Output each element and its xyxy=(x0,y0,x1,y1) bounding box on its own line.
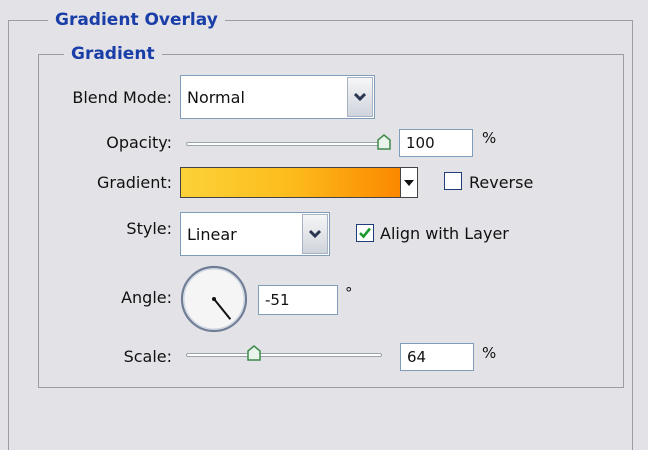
opacity-slider-track[interactable] xyxy=(186,142,390,146)
checkmark-icon xyxy=(359,227,372,239)
reverse-checkbox[interactable] xyxy=(444,172,462,190)
align-with-layer-label: Align with Layer xyxy=(380,224,509,243)
panel-title: Gradient Overlay xyxy=(48,10,225,30)
angle-input[interactable]: -51 xyxy=(258,285,338,315)
align-with-layer-checkbox[interactable] xyxy=(356,224,374,242)
scale-input[interactable]: 64 xyxy=(400,343,474,371)
chevron-down-icon xyxy=(353,92,367,102)
gradient-label: Gradient: xyxy=(96,173,172,192)
scale-slider-track[interactable] xyxy=(186,353,382,357)
scale-label: Scale: xyxy=(123,347,172,366)
opacity-slider-thumb-icon[interactable] xyxy=(377,134,391,150)
group-title: Gradient xyxy=(64,44,162,64)
style-value: Linear xyxy=(187,225,237,244)
scale-slider-thumb-icon[interactable] xyxy=(247,345,261,361)
angle-label: Angle: xyxy=(121,288,172,307)
opacity-unit: % xyxy=(482,129,497,147)
blend-mode-dropdown-button[interactable] xyxy=(347,77,373,117)
blend-mode-value: Normal xyxy=(187,88,245,107)
style-dropdown-button[interactable] xyxy=(302,214,328,254)
scale-unit: % xyxy=(482,344,497,362)
triangle-down-icon xyxy=(404,179,414,186)
blend-mode-label: Blend Mode: xyxy=(72,88,172,107)
opacity-input[interactable]: 100 xyxy=(399,129,473,157)
angle-dial[interactable] xyxy=(178,263,250,335)
gradient-dropdown-button[interactable] xyxy=(401,167,418,198)
style-select[interactable]: Linear xyxy=(180,212,330,256)
chevron-down-icon xyxy=(308,229,322,239)
gradient-swatch[interactable] xyxy=(180,167,401,198)
opacity-label: Opacity: xyxy=(106,133,172,152)
blend-mode-select[interactable]: Normal xyxy=(180,75,375,119)
style-label: Style: xyxy=(126,219,172,238)
reverse-label: Reverse xyxy=(469,173,534,192)
angle-unit: ° xyxy=(345,284,353,302)
